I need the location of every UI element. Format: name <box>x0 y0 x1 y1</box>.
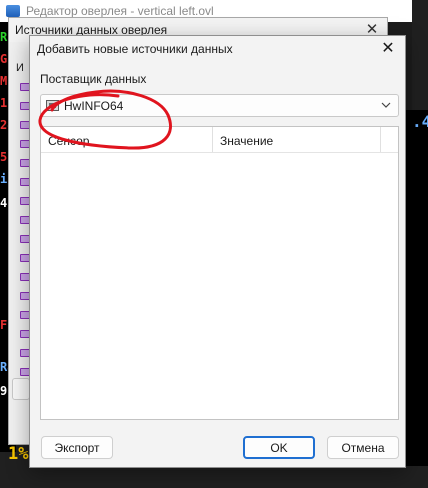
sources-button-stub[interactable] <box>12 378 30 400</box>
editor-bottom-percent: 1% <box>8 444 29 464</box>
column-header-value[interactable]: Значение <box>213 127 381 152</box>
dialog-title: Добавить новые источники данных <box>37 42 233 56</box>
editor-right-panel <box>406 110 428 466</box>
export-button[interactable]: Экспорт <box>41 436 113 459</box>
dialog-titlebar[interactable]: Добавить новые источники данных <box>30 36 405 62</box>
editor-title: Редактор оверлея - vertical left.ovl <box>26 4 214 18</box>
column-header-extra[interactable] <box>381 127 398 152</box>
provider-label: Поставщик данных <box>40 72 147 86</box>
chevron-down-icon <box>381 102 391 108</box>
dialog-close-icon[interactable]: ✕ <box>379 40 397 58</box>
ok-button[interactable]: OK <box>243 436 315 459</box>
sensor-table[interactable]: Сенсор Значение <box>40 126 399 420</box>
app-icon <box>6 5 20 17</box>
sensor-table-header: Сенсор Значение <box>41 127 398 153</box>
cancel-button[interactable]: Отмена <box>327 436 399 459</box>
add-sources-dialog: Добавить новые источники данных ✕ Постав… <box>29 35 406 468</box>
editor-right-value: .4 <box>412 112 428 131</box>
column-header-sensor[interactable]: Сенсор <box>41 127 213 152</box>
provider-chip-icon <box>46 100 59 111</box>
provider-select[interactable]: HwINFO64 <box>40 94 399 117</box>
provider-value: HwINFO64 <box>64 98 124 113</box>
